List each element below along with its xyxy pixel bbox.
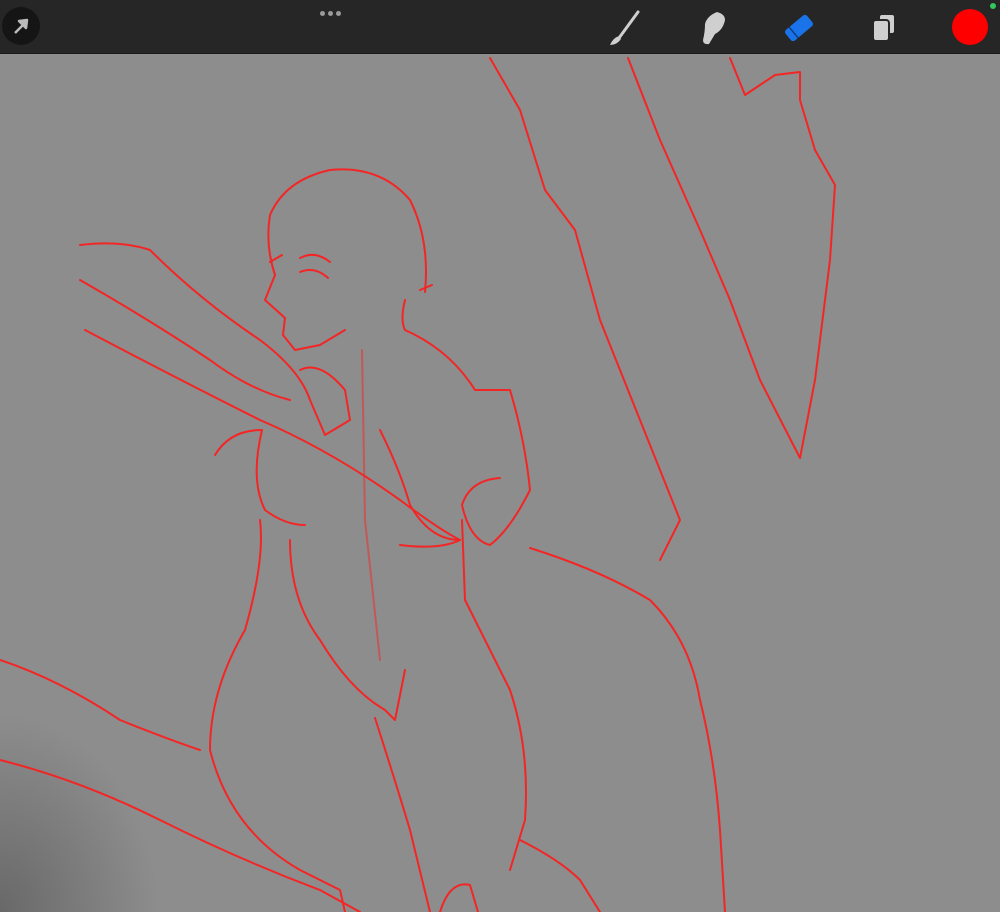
drawing-canvas[interactable] <box>0 54 1000 912</box>
sketch-drawing <box>0 57 836 912</box>
